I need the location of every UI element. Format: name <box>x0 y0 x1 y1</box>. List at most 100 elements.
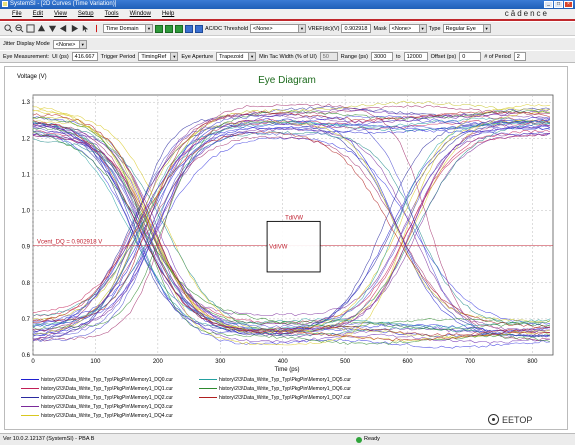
offset-input[interactable]: 0 <box>459 52 482 61</box>
legend-label: history\2\3\Data_Write_Typ_Typ\PkgPin\Me… <box>41 385 173 392</box>
export-icon[interactable] <box>185 24 193 33</box>
pan-down-icon[interactable] <box>48 24 57 33</box>
periods-label: # of Period <box>484 53 511 60</box>
legend-swatch <box>199 396 217 399</box>
threshold-select[interactable]: <None> ▼ <box>250 24 306 33</box>
mask-select[interactable]: <None> ▼ <box>388 24 427 33</box>
legend-label: history\2\3\Data_Write_Typ_Typ\PkgPin\Me… <box>41 394 173 401</box>
legend-label: history\2\3\Data_Write_Typ_Typ\PkgPin\Me… <box>219 376 351 383</box>
curve-view-icon[interactable] <box>165 24 173 33</box>
aperture-select-value: Trapezoid <box>219 54 244 60</box>
menu-tools[interactable]: Tools <box>105 11 119 17</box>
mintac-input[interactable]: 50 <box>319 52 338 61</box>
maximize-icon[interactable]: □ <box>554 1 563 8</box>
offset-label: Offset (ps) <box>430 53 457 60</box>
mask-select-value: <None> <box>391 26 412 32</box>
measurement-row: Eye Measurement: UI (ps) 416.667 Trigger… <box>0 51 575 63</box>
menu-window[interactable]: Window <box>130 11 151 17</box>
type-select[interactable]: Regular Eye ▼ <box>442 24 491 33</box>
vref-input[interactable]: 0.902918 <box>341 24 372 33</box>
legend-item: history\2\3\Data_Write_Typ_Typ\PkgPin\Me… <box>199 385 351 392</box>
vcent-annotation: Vcent_DQ = 0.902918 V <box>37 240 102 246</box>
jitter-label: Jitter Display Mode <box>3 41 50 47</box>
jitter-row: Jitter Display Mode <None> ▼ <box>0 38 575 50</box>
y-tick-label: 0.6 <box>22 353 31 359</box>
watermark-text: EETOP <box>502 414 533 425</box>
menu-file[interactable]: File <box>12 11 22 17</box>
range-to-input[interactable]: 12000 <box>403 52 428 61</box>
ui-input[interactable]: 416.667 <box>71 52 98 61</box>
jitter-select-value: <None> <box>55 41 76 48</box>
zoom-in-icon[interactable] <box>4 24 13 33</box>
y-tick-label: 0.8 <box>22 281 31 287</box>
pan-right-icon[interactable] <box>70 24 79 33</box>
fit-icon[interactable] <box>26 24 35 33</box>
trigger-select[interactable]: TimingRef ▼ <box>138 52 179 61</box>
menu-view[interactable]: View <box>54 11 67 17</box>
zoom-out-icon[interactable] <box>15 24 24 33</box>
range-from-input[interactable]: 3000 <box>371 52 394 61</box>
type-select-value: Regular Eye <box>445 26 476 32</box>
mask-label: Mask <box>373 25 387 32</box>
legend-item: history\2\3\Data_Write_Typ_Typ\PkgPin\Me… <box>21 385 173 392</box>
threshold-label: AC/DC Threshold <box>205 25 248 32</box>
menu-setup[interactable]: Setup <box>78 11 94 17</box>
aperture-select[interactable]: Trapezoid ▼ <box>216 52 257 61</box>
cadence-logo: cādence <box>504 9 549 18</box>
range-separator: to <box>396 53 401 60</box>
close-icon[interactable]: × <box>564 1 573 8</box>
jitter-select[interactable]: <None> ▼ <box>52 39 87 49</box>
legend-swatch <box>21 387 39 390</box>
menu-help[interactable]: Help <box>162 11 174 17</box>
chevron-down-icon: ▼ <box>170 53 178 60</box>
window-title-bar: SystemSI - [2D Curves (Time Variation)] … <box>0 0 575 9</box>
type-label: Type <box>428 25 441 32</box>
legend-swatch <box>199 378 217 381</box>
x-tick-label: 400 <box>278 359 289 365</box>
legend-item: history\2\3\Data_Write_Typ_Typ\PkgPin\Me… <box>199 376 351 383</box>
menu-edit[interactable]: Edit <box>33 11 43 17</box>
ui-label: UI (ps) <box>52 53 69 60</box>
trigger-select-value: TimingRef <box>141 54 167 60</box>
chevron-down-icon: ▼ <box>298 25 305 32</box>
chevron-down-icon: ▼ <box>418 25 426 32</box>
tdivw-annotation: TdiVW <box>285 215 303 221</box>
window-controls: _ □ × <box>544 1 573 8</box>
ready-text: Ready <box>364 436 380 442</box>
toolbar: Time Domain ▼ AC/DC Threshold <None> ▼ VRE… <box>0 22 575 36</box>
x-tick-label: 100 <box>90 359 101 365</box>
x-tick-label: 600 <box>403 359 414 365</box>
legend-swatch <box>21 414 39 417</box>
x-tick-label: 0 <box>31 359 35 365</box>
eye-measurement-label: Eye Measurement: <box>3 53 50 60</box>
domain-select[interactable]: Time Domain ▼ <box>103 24 153 33</box>
pan-left-icon[interactable] <box>59 24 68 33</box>
chevron-down-icon: ▼ <box>145 25 152 32</box>
x-tick-label: 800 <box>527 359 538 365</box>
app-icon <box>2 1 8 7</box>
x-tick-label: 500 <box>340 359 351 365</box>
menu-bar: File Edit View Setup Tools Window Help <box>0 9 575 19</box>
marker-icon[interactable] <box>92 24 101 33</box>
eye-diagram-plot[interactable]: 0 100 200 300 400 500 600 700 800 0.6 0.7 0.8 0.9 1.0… <box>5 67 569 367</box>
measure-view-icon[interactable] <box>175 24 183 33</box>
cursor-icon[interactable] <box>81 24 90 33</box>
legend-item: history\2\3\Data_Write_Typ_Typ\PkgPin\Me… <box>21 412 173 419</box>
legend-swatch <box>199 387 217 390</box>
domain-select-value: Time Domain <box>106 26 139 32</box>
ready-indicator-icon <box>356 436 362 443</box>
legend-swatch <box>21 405 39 408</box>
periods-input[interactable]: 2 <box>513 52 526 61</box>
legend-label: history\2\3\Data_Write_Typ_Typ\PkgPin\Me… <box>41 412 173 419</box>
status-bar: Ver 10.0.2.12137 (SystemSI) - PBA B Read… <box>0 433 575 445</box>
minimize-icon[interactable]: _ <box>544 1 553 8</box>
watermark: EETOP <box>488 414 532 425</box>
legend-item: history\2\3\Data_Write_Typ_Typ\PkgPin\Me… <box>21 394 173 401</box>
y-tick-label: 1.1 <box>22 172 31 178</box>
pan-up-icon[interactable] <box>37 24 46 33</box>
y-tick-label: 0.7 <box>22 317 31 323</box>
legend-item: history\2\3\Data_Write_Typ_Typ\PkgPin\Me… <box>21 403 173 410</box>
eye-view-icon[interactable] <box>155 24 163 33</box>
report-icon[interactable] <box>195 24 203 33</box>
legend-label: history\2\3\Data_Write_Typ_Typ\PkgPin\Me… <box>41 403 173 410</box>
